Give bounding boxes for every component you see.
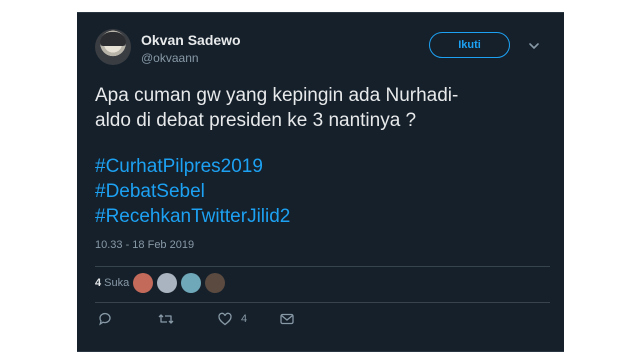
heart-icon [218,312,232,326]
reply-button[interactable] [97,311,113,327]
hashtag-link[interactable]: #CurhatPilpres2019 [95,154,290,179]
tweet-text-line: aldo di debat presiden ke 3 nantinya ? [95,110,417,131]
message-button[interactable] [279,311,295,327]
liker-avatar[interactable] [157,273,178,293]
liker-avatar[interactable] [133,273,154,293]
like-button[interactable]: 4 [217,311,247,327]
likes-row[interactable]: 4 Suka [95,271,226,295]
chevron-down-icon[interactable] [527,39,541,53]
liker-avatar[interactable] [205,273,226,293]
divider [95,302,550,303]
author-handle[interactable]: @okvaann [141,51,199,65]
tweet-timestamp[interactable]: 10.33 - 18 Feb 2019 [95,239,194,251]
like-count: 4 [241,313,248,325]
tweet-card: Okvan Sadewo @okvaann Ikuti Apa cuman gw… [77,12,564,352]
envelope-icon [280,313,294,325]
author-name[interactable]: Okvan Sadewo [141,32,241,48]
avatar[interactable] [95,29,131,65]
reply-icon [99,312,111,326]
avatar-hair [100,32,126,46]
divider [95,266,550,267]
tweet-text: Apa cuman gw yang kepingin ada Nurhadi- … [95,83,550,133]
likes-label: Suka [104,277,130,289]
liker-avatar[interactable] [181,273,202,293]
likes-count: 4 [95,277,102,289]
hashtag-link[interactable]: #DebatSebel [95,179,290,204]
hashtag-list: #CurhatPilpres2019 #DebatSebel #Recehkan… [95,154,290,229]
hashtag-link[interactable]: #RecehkanTwitterJilid2 [95,204,290,229]
retweet-icon [158,314,174,324]
retweet-button[interactable] [157,311,175,327]
tweet-text-line: Apa cuman gw yang kepingin ada Nurhadi- [95,85,459,106]
tweet-actions: 4 [97,311,295,327]
follow-button[interactable]: Ikuti [429,32,510,58]
